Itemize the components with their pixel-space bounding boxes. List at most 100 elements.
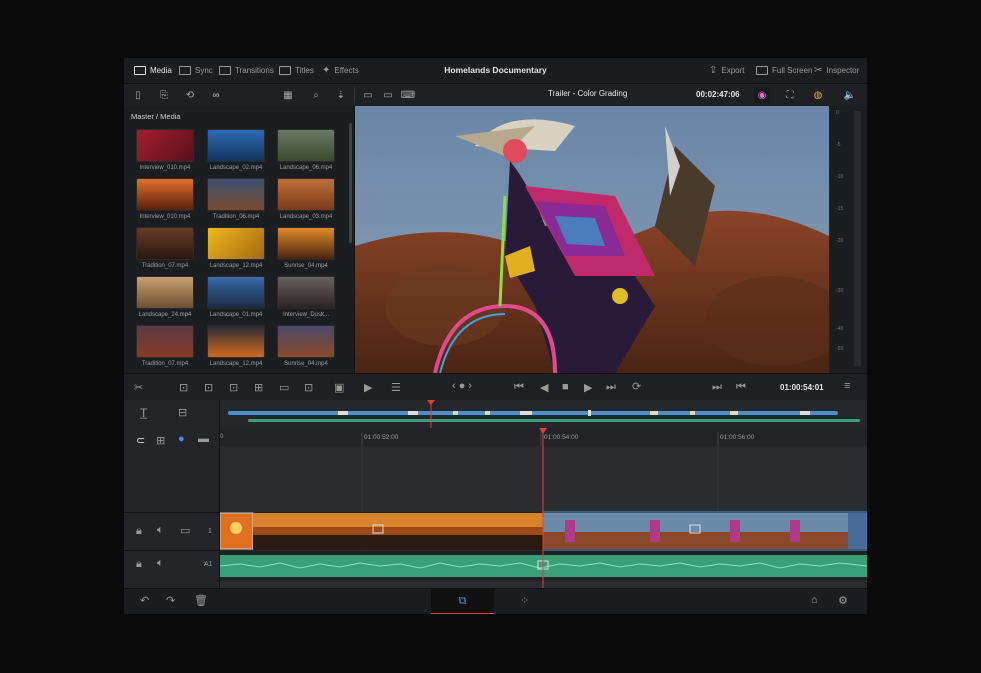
clip-thumbnail bbox=[136, 276, 194, 309]
stop-icon[interactable]: ■ bbox=[562, 381, 569, 393]
play-icon[interactable]: ▶ bbox=[584, 381, 592, 394]
clip-item[interactable]: Landscape_02.mp4 bbox=[207, 129, 265, 171]
clip-name: Landscape_12.mp4 bbox=[209, 361, 263, 367]
play-clip-icon[interactable]: ▶ bbox=[364, 381, 372, 394]
home-icon[interactable]: ⌂ bbox=[811, 594, 818, 606]
flag-icon[interactable]: ▬ bbox=[198, 433, 209, 445]
relink-button[interactable]: ⟲ bbox=[182, 87, 198, 103]
loop-icon[interactable]: ⟳ bbox=[632, 380, 641, 393]
tab-transitions[interactable]: Transitions bbox=[219, 58, 274, 83]
viewer-mode-keyboard-button[interactable]: ⌨ bbox=[400, 87, 416, 103]
timeline[interactable]: 0 01:00:52:00 01:00:54:00 01:00:56:00 bbox=[219, 400, 867, 588]
clip-thumbnail bbox=[136, 129, 194, 162]
clip-item[interactable]: Tradition_07.mp4 bbox=[136, 325, 194, 367]
menu-icon[interactable]: ≡ bbox=[844, 380, 850, 392]
meter-label: -10 bbox=[836, 174, 844, 180]
sort-icon: ⇣ bbox=[336, 89, 346, 101]
viewer[interactable] bbox=[355, 106, 845, 374]
source-overwrite-icon[interactable]: ▣ bbox=[334, 381, 344, 394]
prev-edit-icon[interactable]: ⏮ bbox=[736, 381, 746, 394]
clip-item[interactable]: Tradition_07.mp4 bbox=[136, 227, 194, 269]
page-cut[interactable]: ⧉ bbox=[431, 589, 494, 614]
trash-icon[interactable]: 🗑︎ bbox=[194, 594, 208, 607]
clip-item[interactable]: Landscape_12.mp4 bbox=[207, 227, 265, 269]
speaker-icon: 🔈 bbox=[843, 89, 857, 101]
tab-media[interactable]: Media bbox=[134, 58, 172, 83]
meter-label: -15 bbox=[836, 206, 844, 212]
tab-sync-label: Sync bbox=[195, 66, 213, 75]
breadcrumb: Master / Media bbox=[131, 112, 181, 121]
toggle-panel-button[interactable]: ▯ bbox=[130, 87, 146, 103]
clip-item[interactable]: Landscape_01.mp4 bbox=[207, 276, 265, 318]
jog-icon[interactable]: ‹ ● › bbox=[452, 380, 472, 392]
clip-name: Tradition_07.mp4 bbox=[141, 361, 189, 367]
volume-button[interactable]: 🔈 bbox=[842, 87, 858, 103]
settings-icon[interactable]: ⚙ bbox=[838, 594, 848, 607]
audio-mute-icon[interactable]: 🔈︎ bbox=[157, 557, 164, 570]
marker-icon[interactable]: ● bbox=[178, 433, 185, 445]
clip-item[interactable]: Landscape_03.mp4 bbox=[277, 178, 335, 220]
camera-button[interactable]: ◉ bbox=[754, 87, 770, 103]
meter-label: -20 bbox=[836, 238, 844, 244]
fit-button[interactable]: ⛶ bbox=[782, 87, 798, 103]
video-visible-icon[interactable]: ▭ bbox=[180, 524, 190, 537]
link-clips-icon[interactable]: ⊞ bbox=[156, 434, 165, 447]
append-icon[interactable]: ⊡ bbox=[304, 381, 313, 394]
place-on-top-icon[interactable]: ▭ bbox=[279, 381, 289, 394]
search-button[interactable]: ⌕ bbox=[308, 87, 324, 103]
meter-label: -50 bbox=[836, 346, 844, 352]
clip-thumbnail bbox=[277, 325, 335, 358]
overwrite-icon[interactable]: ⊡ bbox=[204, 381, 213, 394]
tab-titles[interactable]: Titles bbox=[279, 58, 314, 83]
viewer-mode-timeline-button[interactable]: ▭ bbox=[380, 87, 396, 103]
lock-audio-icon[interactable]: 🔒︎ bbox=[136, 558, 142, 571]
snap-icon[interactable]: ⊂ bbox=[136, 434, 145, 447]
color-button[interactable]: ◍ bbox=[810, 87, 826, 103]
clip-item[interactable]: Interview_Dusk... bbox=[277, 276, 335, 318]
fit-fill-icon[interactable]: ⊞ bbox=[254, 381, 263, 394]
tab-effects[interactable]: ✦ Effects bbox=[322, 58, 359, 83]
insert-icon[interactable]: ⊡ bbox=[179, 381, 188, 394]
sort-button[interactable]: ⇣ bbox=[333, 87, 349, 103]
clip-name: Landscape_12.mp4 bbox=[209, 263, 263, 269]
tab-sync[interactable]: Sync bbox=[179, 58, 213, 83]
next-edit-icon[interactable]: ⏭ bbox=[712, 381, 722, 394]
clip-item[interactable]: Landscape_12.mp4 bbox=[207, 325, 265, 367]
adjust-icon[interactable]: ☰ bbox=[391, 381, 401, 394]
redo-icon[interactable]: ↷ bbox=[166, 594, 175, 607]
full-screen-button[interactable]: Full Screen bbox=[756, 58, 812, 83]
video-audio-icon[interactable]: 🔈︎ bbox=[157, 524, 164, 537]
page-fusion-icon[interactable]: ⁘ bbox=[520, 594, 529, 607]
ripple-icon[interactable]: ⊟ bbox=[178, 406, 187, 419]
media-scrollbar[interactable] bbox=[349, 123, 352, 243]
scissors-icon[interactable]: ✂ bbox=[134, 381, 143, 394]
reverse-icon[interactable]: ◀ bbox=[540, 381, 548, 394]
clip-thumbnail bbox=[136, 227, 194, 260]
viewer-clip-title[interactable]: Trailer - Color Grading bbox=[548, 89, 627, 98]
clip-item[interactable]: Landscape_06.mp4 bbox=[277, 129, 335, 171]
clip-item[interactable]: Tradition_06.mp4 bbox=[207, 178, 265, 220]
import-button[interactable]: ⎘ bbox=[156, 87, 172, 103]
clip-item[interactable]: Landscape_24.mp4 bbox=[136, 276, 194, 318]
search-icon: ⌕ bbox=[313, 89, 319, 101]
tab-effects-label: Effects bbox=[334, 66, 359, 75]
clip-item[interactable]: Sunrise_04.mp4 bbox=[277, 325, 335, 367]
clip-item[interactable]: Interview_010.mp4 bbox=[136, 129, 194, 171]
replace-icon[interactable]: ⊡ bbox=[229, 381, 238, 394]
fast-forward-icon[interactable]: ⏭ bbox=[606, 381, 616, 394]
undo-icon[interactable]: ↶ bbox=[140, 594, 149, 607]
link-button[interactable]: ∞ bbox=[208, 87, 224, 103]
export-button[interactable]: ⇪ Export bbox=[709, 58, 745, 83]
inspector-button[interactable]: ✂ Inspector bbox=[814, 58, 859, 83]
grid-view-button[interactable]: ▦ bbox=[280, 87, 296, 103]
rewind-icon[interactable]: ⏮ bbox=[514, 381, 524, 394]
clip-item[interactable]: Interview_010.mp4 bbox=[136, 178, 194, 220]
viewer-mode-source-button[interactable]: ▭ bbox=[360, 87, 376, 103]
divider bbox=[124, 550, 219, 551]
clip-name: Landscape_02.mp4 bbox=[209, 165, 263, 171]
clip-item[interactable]: Sunrise_04.mp4 bbox=[277, 227, 335, 269]
lock-video-icon[interactable]: 🔒︎ bbox=[136, 525, 142, 538]
clip-name: Interview_010.mp4 bbox=[139, 214, 191, 220]
title-tool-icon[interactable]: T̲ bbox=[140, 406, 147, 420]
clip-name: Landscape_24.mp4 bbox=[138, 312, 192, 318]
